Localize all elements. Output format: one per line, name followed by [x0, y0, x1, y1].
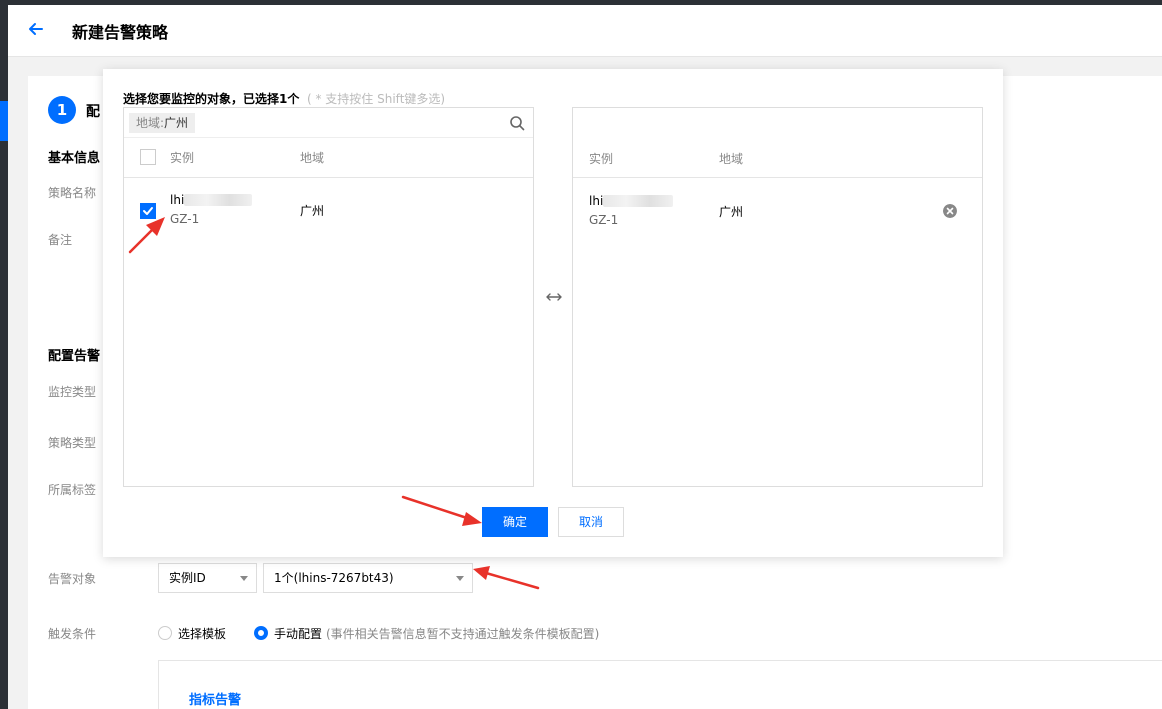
instance-name: lhi: [589, 194, 604, 208]
redacted-text: [184, 194, 252, 206]
instance-sub: GZ-1: [170, 212, 200, 226]
alarm-object-label: 告警对象: [48, 572, 97, 586]
source-panel: 地域:广州 实例 地域 lhi GZ-1 广州: [123, 107, 534, 487]
instance-sub: GZ-1: [589, 213, 619, 227]
select-all-checkbox[interactable]: [140, 149, 156, 165]
check-icon: [143, 207, 153, 215]
basic-info-section-title: 基本信息: [48, 151, 101, 166]
manual-config-radio-label[interactable]: 手动配置: [274, 625, 322, 642]
confirm-button[interactable]: 确定: [482, 507, 548, 537]
select-object-dialog: 选择您要监控的对象，已选择1个 ( * 支持按住 Shift键多选) 地域:广州…: [103, 69, 1003, 557]
region-filter-chip[interactable]: 地域:广州: [129, 113, 196, 133]
chevron-down-icon: [456, 576, 464, 581]
trigger-condition-label: 触发条件: [48, 627, 97, 641]
template-radio-label[interactable]: 选择模板: [178, 625, 226, 642]
object-value-select-value: 1个(lhins-7267bt43): [274, 571, 394, 585]
remark-label: 备注: [48, 233, 73, 247]
manual-config-note: (事件相关告警信息暂不支持通过触发条件模板配置): [326, 627, 600, 641]
policy-name-label: 策略名称: [48, 186, 97, 200]
page-header: 新建告警策略: [8, 5, 1162, 57]
step-number: 1: [48, 96, 76, 124]
column-instance: 实例: [170, 151, 195, 165]
tag-label: 所属标签: [48, 483, 97, 497]
metric-alarm-box: [158, 660, 1162, 709]
column-instance: 实例: [589, 152, 614, 166]
policy-type-label: 策略类型: [48, 436, 97, 450]
remove-icon[interactable]: [943, 204, 957, 218]
header-divider: [573, 177, 982, 178]
swap-arrows-icon: [546, 293, 562, 301]
row-checkbox[interactable]: [140, 203, 156, 219]
metric-alarm-title: 指标告警: [189, 693, 242, 708]
step-label: 配: [86, 104, 100, 120]
object-value-select[interactable]: 1个(lhins-7267bt43): [263, 563, 473, 593]
monitor-type-label: 监控类型: [48, 385, 97, 399]
cancel-button[interactable]: 取消: [558, 507, 624, 537]
filter-value: 广州: [164, 116, 189, 130]
redacted-text: [603, 195, 673, 207]
instance-region: 广州: [300, 204, 325, 218]
back-arrow-icon[interactable]: [26, 19, 46, 39]
alarm-config-section-title: 配置告警: [48, 349, 101, 364]
search-icon[interactable]: [509, 115, 525, 131]
template-radio[interactable]: [158, 626, 172, 640]
object-type-select-value: 实例ID: [169, 571, 206, 585]
column-region: 地域: [300, 151, 325, 165]
instance-name: lhi: [170, 193, 185, 207]
manual-config-radio[interactable]: [254, 626, 268, 640]
left-nav: [0, 5, 8, 709]
instance-region: 广州: [719, 205, 744, 219]
selected-panel: 实例 地域 lhi GZ-1 广州: [572, 107, 983, 487]
column-region: 地域: [719, 152, 744, 166]
dialog-title: 选择您要监控的对象，已选择1个: [123, 92, 300, 106]
object-type-select[interactable]: 实例ID: [158, 563, 257, 593]
page-title: 新建告警策略: [72, 23, 169, 42]
filter-key: 地域:: [136, 116, 165, 130]
dialog-hint: ( * 支持按住 Shift键多选): [307, 92, 446, 106]
header-divider: [124, 177, 533, 178]
filter-search-bar[interactable]: 地域:广州: [124, 108, 533, 138]
left-nav-active-indicator: [0, 101, 8, 141]
chevron-down-icon: [240, 576, 248, 581]
